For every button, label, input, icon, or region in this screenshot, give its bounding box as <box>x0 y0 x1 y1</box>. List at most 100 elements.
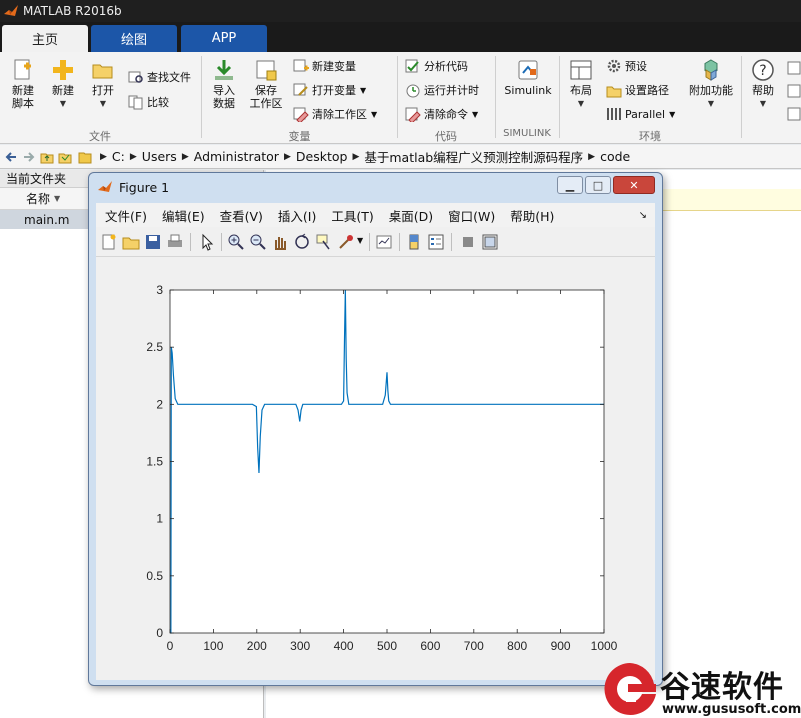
run-and-time-button[interactable]: 运行并计时 <box>405 81 479 99</box>
ribbon-tabs: 主页 绘图 APP <box>0 22 801 52</box>
tab-home[interactable]: 主页 <box>2 25 88 52</box>
toolbar-divider <box>451 233 452 251</box>
x-tick-label: 600 <box>420 639 440 653</box>
y-tick-label: 2 <box>156 397 163 411</box>
x-tick-label: 800 <box>507 639 527 653</box>
group-divider <box>397 56 398 138</box>
breadcrumb-segment[interactable]: code <box>600 149 630 164</box>
breadcrumb-segment[interactable]: C: <box>112 149 125 164</box>
chevron-right-icon: ▶ <box>283 151 291 162</box>
ribbon-overflow[interactable] <box>786 58 801 128</box>
menu-help[interactable]: 帮助(H) <box>510 206 554 225</box>
analyze-code-button[interactable]: 分析代码 <box>405 57 468 75</box>
simulink-button[interactable]: Simulink <box>503 58 553 97</box>
x-tick-label: 300 <box>290 639 310 653</box>
menu-insert[interactable]: 插入(I) <box>278 206 316 225</box>
x-tick-label: 100 <box>203 639 223 653</box>
close-icon: ✕ <box>629 178 639 192</box>
find-files-label: 查找文件 <box>147 71 191 84</box>
forward-arrow-icon[interactable] <box>22 150 36 164</box>
hide-plot-tools-icon[interactable] <box>459 233 477 251</box>
browse-folder-icon[interactable] <box>58 150 72 164</box>
x-tick-label: 0 <box>167 639 174 653</box>
clear-workspace-label: 清除工作区 <box>312 108 367 121</box>
group-label-environment: 环境 <box>639 130 661 143</box>
y-tick-label: 2.5 <box>146 340 163 354</box>
new-script-button[interactable]: 新建 脚本 <box>6 58 40 110</box>
help-button[interactable]: ? 帮助 ▼ <box>748 58 778 110</box>
show-plot-tools-icon[interactable] <box>481 233 499 251</box>
chevron-down-icon: ▼ <box>577 99 585 108</box>
address-bar: ▶ C: ▶ Users ▶ Administrator ▶ Desktop ▶… <box>0 145 801 169</box>
set-path-label: 设置路径 <box>625 84 669 97</box>
new-script-label: 新建 脚本 <box>12 84 34 110</box>
link-plot-icon[interactable] <box>375 233 393 251</box>
app-titlebar: MATLAB R2016b <box>0 0 801 22</box>
up-folder-icon[interactable] <box>40 150 54 164</box>
editor-notice-bar <box>661 189 801 211</box>
legend-icon[interactable] <box>427 233 445 251</box>
close-button[interactable]: ✕ <box>613 176 655 194</box>
chevron-down-icon: ▼ <box>472 109 479 119</box>
zoom-in-icon[interactable] <box>227 233 245 251</box>
menu-file[interactable]: 文件(F) <box>105 206 147 225</box>
compare-button[interactable]: 比较 <box>128 93 169 111</box>
save-workspace-button[interactable]: 保存 工作区 <box>248 58 284 110</box>
run-and-time-icon <box>406 84 420 98</box>
menu-tools[interactable]: 工具(T) <box>331 206 373 225</box>
print-icon[interactable] <box>166 233 184 251</box>
minimize-button[interactable]: ▁ <box>557 176 583 194</box>
addons-button[interactable]: 附加功能 ▼ <box>686 58 736 110</box>
pan-hand-icon[interactable] <box>271 233 289 251</box>
menu-desktop[interactable]: 桌面(D) <box>389 206 433 225</box>
open-variable-button[interactable]: 打开变量 ▼ <box>293 81 366 99</box>
zoom-out-icon[interactable] <box>249 233 267 251</box>
colorbar-icon[interactable] <box>405 233 423 251</box>
file-row[interactable]: main.m <box>0 210 88 229</box>
group-label-simulink: SIMULINK <box>503 128 551 139</box>
breadcrumb-segment[interactable]: Administrator <box>194 149 279 164</box>
open-label: 打开 <box>92 84 114 97</box>
tab-plots[interactable]: 绘图 <box>91 25 177 52</box>
chevron-down-icon: ▼ <box>59 99 67 108</box>
back-arrow-icon[interactable] <box>4 150 18 164</box>
brush-icon[interactable] <box>337 233 355 251</box>
new-button[interactable]: 新建 ▼ <box>48 58 78 110</box>
clear-workspace-button[interactable]: 清除工作区 ▼ <box>293 105 377 123</box>
open-variable-label: 打开变量 <box>312 84 356 97</box>
parallel-button[interactable]: Parallel ▼ <box>606 105 675 123</box>
set-path-button[interactable]: 设置路径 <box>606 81 669 99</box>
chevron-down-icon: ▼ <box>669 109 676 119</box>
parallel-icon <box>607 108 621 120</box>
find-files-button[interactable]: 查找文件 <box>128 68 191 86</box>
import-data-button[interactable]: 导入 数据 <box>208 58 240 110</box>
breadcrumb-segment[interactable]: Users <box>142 149 177 164</box>
group-divider <box>495 56 496 138</box>
open-file-icon[interactable] <box>122 233 140 251</box>
save-icon[interactable] <box>144 233 162 251</box>
x-tick-label: 200 <box>247 639 267 653</box>
menu-edit[interactable]: 编辑(E) <box>162 206 205 225</box>
layout-button[interactable]: 布局 ▼ <box>566 58 596 110</box>
clear-commands-button[interactable]: 清除命令 ▼ <box>405 105 478 123</box>
chevron-right-icon: ▶ <box>129 151 137 162</box>
tab-apps[interactable]: APP <box>181 25 267 52</box>
new-figure-icon[interactable] <box>100 233 118 251</box>
rotate-3d-icon[interactable] <box>293 233 311 251</box>
chevron-down-icon: ▼ <box>371 109 378 119</box>
name-column-label: 名称 <box>26 192 51 206</box>
menu-window[interactable]: 窗口(W) <box>448 206 495 225</box>
new-variable-button[interactable]: 新建变量 <box>293 57 356 75</box>
breadcrumb-segment[interactable]: 基于matlab编程广义预测控制源码程序 <box>364 147 583 166</box>
preferences-button[interactable]: 预设 <box>606 57 647 75</box>
data-cursor-icon[interactable] <box>315 233 333 251</box>
open-button[interactable]: 打开 ▼ <box>88 58 118 110</box>
parallel-label: Parallel <box>625 107 666 121</box>
maximize-button[interactable]: □ <box>585 176 611 194</box>
pointer-icon[interactable] <box>198 233 216 251</box>
x-tick-label: 900 <box>551 639 571 653</box>
breadcrumb-segment[interactable]: Desktop <box>296 149 348 164</box>
chevron-down-icon[interactable]: ▼ <box>357 236 363 245</box>
menu-view[interactable]: 查看(V) <box>220 206 263 225</box>
dock-arrow-icon[interactable]: ↘ <box>639 210 647 221</box>
